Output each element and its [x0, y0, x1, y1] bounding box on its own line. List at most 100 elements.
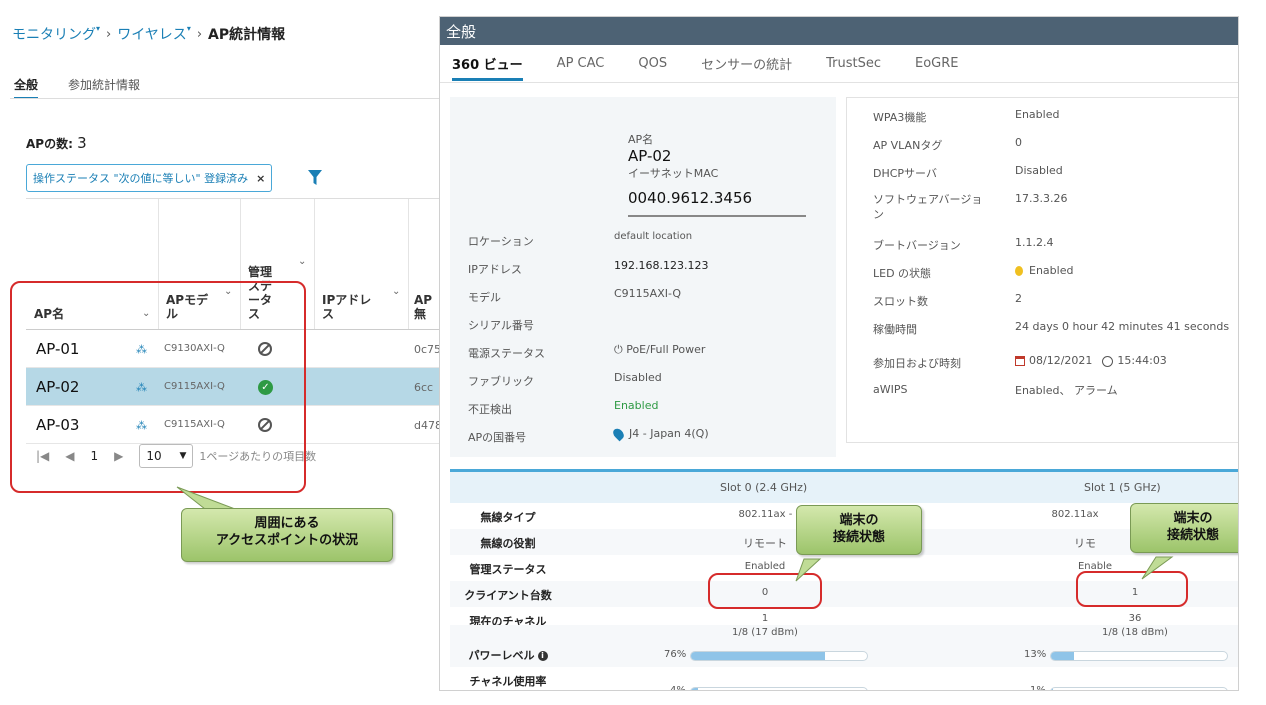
callout-nearby-aps: 周囲にある アクセスポイントの状況	[181, 508, 393, 562]
filter-chip[interactable]: 操作ステータス "次の値に等しい" 登録済み ×	[26, 164, 273, 192]
header-ip-address[interactable]: IPアドレス	[322, 293, 378, 321]
awips-label: aWIPS	[873, 383, 908, 396]
uptime-value: 24 days 0 hour 42 minutes 41 seconds	[1015, 320, 1230, 333]
tab-trustsec[interactable]: TrustSec	[826, 45, 881, 83]
vlan-label: AP VLANタグ	[873, 139, 943, 152]
slot-count-value: 2	[1015, 292, 1022, 305]
boot-version-label: ブートバージョン	[873, 239, 961, 252]
breadcrumb-separator: ›	[106, 26, 112, 42]
close-icon[interactable]: ×	[256, 172, 265, 185]
ap-details-box: WPA3機能 Enabled AP VLANタグ 0 DHCPサーバ Disab…	[846, 97, 1238, 443]
tab-general[interactable]: 全般	[14, 76, 39, 99]
ap-identity: AP名 AP-02 イーサネットMAC 0040.9612.3456	[628, 131, 806, 217]
mac-cell: 6cc	[414, 380, 434, 394]
power-bar-slot1	[1050, 651, 1228, 661]
header-ip-address-label: IPアドレス	[322, 293, 372, 321]
chevron-down-icon[interactable]: ⌄	[392, 283, 400, 299]
plug-icon: ⏻	[614, 343, 627, 356]
ap-name-value: AP-02	[628, 147, 672, 165]
wpa3-label: WPA3機能	[873, 111, 927, 124]
tabs-divider	[10, 98, 440, 99]
slot1-header: Slot 1 (5 GHz)	[1084, 481, 1161, 494]
ap-detail-panel: 全般 360 ビュー AP CAC QOS センサーの統計 TrustSec E…	[439, 16, 1239, 691]
slot-header: Slot 0 (2.4 GHz) Slot 1 (5 GHz)	[450, 469, 1238, 503]
tab-sensor-stats[interactable]: センサーの統計	[701, 45, 792, 83]
rogue-detect-label: 不正検出	[468, 403, 512, 416]
util-bar-slot0-fill	[691, 688, 699, 690]
fabric-label: ファブリック	[468, 375, 534, 388]
led-value: Enabled	[1015, 264, 1073, 277]
callout-client-status: 端末の 接続状態	[1130, 503, 1238, 553]
caret-icon: ▾	[186, 24, 191, 33]
column-divider	[314, 199, 315, 329]
mac-label: イーサネットMAC	[628, 167, 719, 180]
info-icon[interactable]: i	[537, 651, 548, 661]
header-mac-label: AP無	[414, 293, 433, 321]
ap-summary-box: AP名 AP-02 イーサネットMAC 0040.9612.3456 ロケーショ…	[450, 97, 836, 457]
power-text: PoE/Full Power	[626, 343, 706, 356]
model-value: C9115AXI-Q	[614, 287, 682, 300]
location-pin-icon	[611, 426, 626, 442]
vlan-value: 0	[1015, 136, 1022, 149]
header-mac[interactable]: AP無	[414, 293, 440, 321]
panel-title: 全般	[440, 17, 1238, 45]
util-bar-slot1-fill	[1051, 688, 1053, 690]
power-bar-slot0-fill	[691, 652, 825, 660]
breadcrumb-wireless[interactable]: ワイヤレス▾	[117, 24, 191, 44]
power-label: 電源ステータス	[468, 347, 545, 360]
power-bar-slot0	[690, 651, 868, 661]
serial-label: シリアル番号	[468, 319, 534, 332]
callout-client-status: 端末の 接続状態	[796, 505, 922, 555]
ip-value: 192.168.123.123	[614, 259, 709, 272]
country-value: J4 - Japan 4(Q)	[611, 426, 709, 442]
dhcp-label: DHCPサーバ	[873, 167, 937, 180]
power-level-slot1: 1/8 (18 dBm)	[1102, 627, 1168, 638]
util-bar-slot0-pct: 4%	[670, 685, 686, 691]
tab-ap-cac[interactable]: AP CAC	[557, 45, 605, 83]
caret-icon: ▾	[96, 24, 101, 33]
model-label: モデル	[468, 291, 501, 304]
ap-list-pane: モニタリング▾ › ワイヤレス▾ › AP統計情報 全般 参加統計情報 APの数…	[0, 0, 442, 705]
util-bar-slot1	[1050, 687, 1228, 690]
power-level-label: パワーレベル i	[450, 647, 566, 663]
led-text: Enabled	[1029, 264, 1074, 277]
tab-qos[interactable]: QOS	[638, 45, 667, 83]
tab-join-stats[interactable]: 参加統計情報	[68, 76, 140, 99]
ap-count-label: APの数:	[26, 137, 78, 151]
power-value: ⏻ PoE/Full Power	[614, 343, 705, 357]
awips-value: Enabled、 アラーム	[1015, 384, 1118, 397]
util-bar-slot1-pct: 1%	[1030, 685, 1046, 691]
callout-pointer	[1141, 556, 1174, 580]
slot-row-channel-util: チャネル使用率 4% 1%	[450, 667, 1238, 691]
radio-role-label: 無線の役割	[480, 537, 536, 550]
ip-label: IPアドレス	[468, 263, 522, 276]
wpa3-value: Enabled	[1015, 108, 1060, 121]
power-level-slot0: 1/8 (17 dBm)	[732, 627, 798, 638]
channel-slot0: 1	[761, 613, 769, 624]
client-count-label: クライアント台数	[464, 589, 552, 602]
led-label: LED の状態	[873, 267, 932, 280]
power-bar-slot1-pct: 13%	[1024, 649, 1047, 660]
breadcrumb: モニタリング▾ › ワイヤレス▾ › AP統計情報	[12, 24, 285, 44]
country-label: APの国番号	[468, 431, 527, 444]
chevron-down-icon[interactable]: ⌄	[298, 253, 306, 269]
breadcrumb-monitoring[interactable]: モニタリング▾	[12, 24, 100, 44]
breadcrumb-monitoring-label: モニタリング	[12, 27, 96, 43]
highlight-box	[10, 281, 306, 493]
calendar-icon	[1015, 356, 1025, 366]
join-time-label: 参加日および時刻	[873, 357, 961, 370]
mac-cell: d478	[414, 418, 442, 432]
filter-icon[interactable]	[308, 170, 322, 186]
channel-util-label: チャネル使用率	[469, 675, 547, 688]
tab-360-view[interactable]: 360 ビュー	[452, 45, 523, 83]
detail-tabs: 360 ビュー AP CAC QOS センサーの統計 TrustSec EoGR…	[440, 45, 1238, 83]
tab-eogre[interactable]: EoGRE	[915, 45, 959, 83]
channel-slot1: 36	[1128, 613, 1142, 624]
rogue-detect-value: Enabled	[614, 399, 659, 412]
mac-cell: 0c75	[414, 342, 442, 356]
util-bar-slot0	[690, 687, 868, 690]
country-text: J4 - Japan 4(Q)	[629, 427, 709, 440]
breadcrumb-separator: ›	[196, 26, 203, 42]
dhcp-value: Disabled	[1015, 164, 1063, 177]
radio-type-label: 無線タイプ	[480, 511, 536, 524]
